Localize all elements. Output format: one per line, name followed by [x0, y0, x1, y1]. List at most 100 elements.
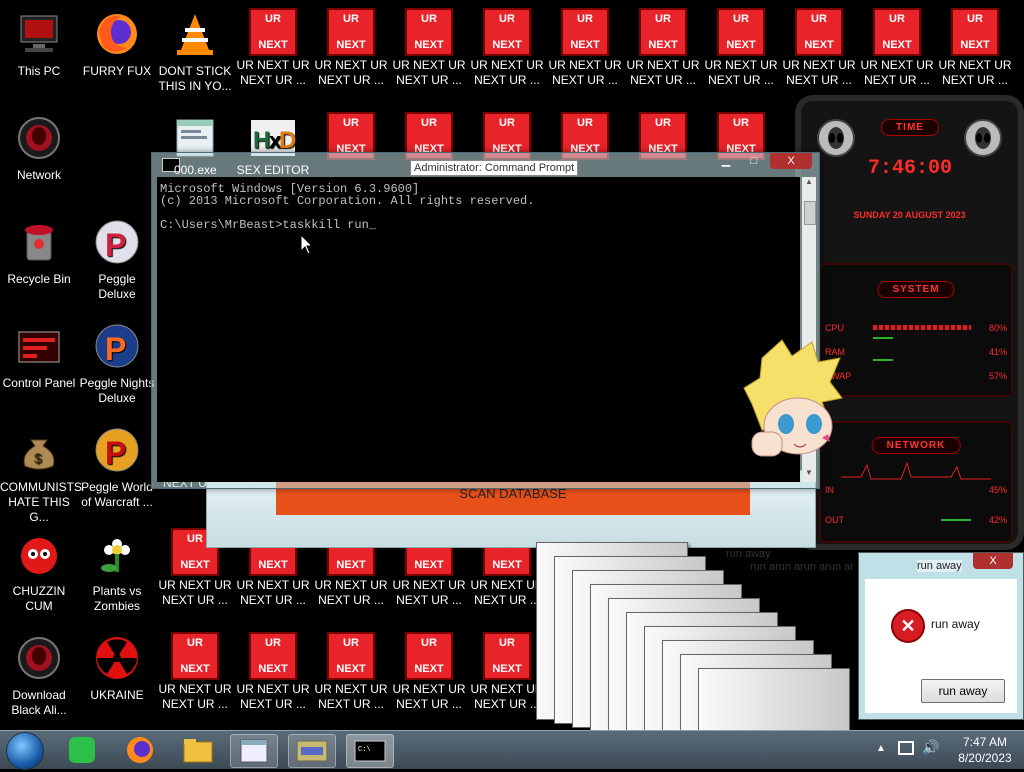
- ur-next-icon[interactable]: UR NEXT: [327, 632, 375, 680]
- next-text: NEXT: [882, 39, 912, 51]
- desktop-icon-peggle-deluxe[interactable]: P Peggle Deluxe: [78, 216, 156, 302]
- taskbar-document-window[interactable]: [230, 734, 278, 768]
- next-text: NEXT: [414, 559, 444, 571]
- next-text: NEXT: [258, 559, 288, 571]
- time-title: TIME: [881, 119, 939, 136]
- ur-next-icon[interactable]: UR NEXT: [483, 632, 531, 680]
- desktop-icon-ukraine[interactable]: UKRAINE: [78, 632, 156, 703]
- out-label: OUT: [825, 515, 844, 525]
- ur-next-icon[interactable]: UR NEXT: [405, 632, 453, 680]
- cmd-title-tooltip: Administrator: Command Prompt: [410, 160, 579, 176]
- ur-text: UR: [265, 13, 281, 25]
- peggle-nights-icon: P: [93, 322, 141, 370]
- ur-next-icon[interactable]: UR NEXT: [249, 8, 297, 56]
- cmd-minimize-button[interactable]: ▁: [714, 153, 738, 169]
- desktop-icon-this-pc[interactable]: This PC: [0, 8, 78, 79]
- desktop-icon-pvz[interactable]: Plants vs Zombies: [78, 528, 156, 614]
- desktop-icon-label: UKRAINE: [90, 688, 144, 702]
- next-text: NEXT: [570, 39, 600, 51]
- scroll-down-arrow-icon[interactable]: ▼: [802, 468, 816, 482]
- run-away-button[interactable]: run away: [921, 679, 1005, 703]
- next-text: NEXT: [258, 39, 288, 51]
- taskbar-notes-app[interactable]: [62, 734, 102, 766]
- svg-text:P: P: [105, 331, 126, 367]
- ur-next-icon[interactable]: UR NEXT: [171, 632, 219, 680]
- desktop-icon-control-panel[interactable]: Control Panel: [0, 320, 78, 391]
- document-window-icon: [240, 739, 268, 763]
- swap-value: 57%: [988, 371, 1007, 381]
- ur-next-icon[interactable]: UR NEXT: [639, 8, 687, 56]
- cpu-bar: [873, 325, 971, 330]
- ur-next-icon[interactable]: UR NEXT: [327, 8, 375, 56]
- desktop-icon-download-black-alien[interactable]: Download Black Ali...: [0, 632, 78, 718]
- start-button[interactable]: [6, 732, 44, 770]
- ur-next-icon[interactable]: UR NEXT: [405, 8, 453, 56]
- desktop-icon-communists[interactable]: $ COMMUNISTS HATE THIS G...: [0, 424, 82, 525]
- tray-overflow-arrow-icon[interactable]: ▲: [876, 743, 886, 754]
- desktop-icon-label: COMMUNISTS HATE THIS G...: [0, 480, 82, 524]
- anime-character-sticker: [742, 338, 846, 466]
- desktop-icon-label: This PC: [17, 64, 61, 78]
- ur-next-icon[interactable]: UR NEXT: [249, 632, 297, 680]
- taskbar-file-explorer[interactable]: [178, 734, 218, 766]
- ur-next-label: UR NEXT URNEXT UR ...: [548, 58, 622, 87]
- ur-text: UR: [733, 13, 749, 25]
- taskbar-app-window[interactable]: [288, 734, 336, 768]
- scroll-up-arrow-icon[interactable]: ▲: [802, 177, 816, 191]
- next-text: NEXT: [492, 663, 522, 675]
- next-text: NEXT: [258, 663, 288, 675]
- svg-text:D: D: [279, 127, 296, 154]
- volume-icon[interactable]: 🔊: [922, 739, 939, 756]
- system-monitor-widget[interactable]: TIME 7:46:00 SUNDAY 20 AUGUST 2023 SYSTE…: [795, 95, 1024, 550]
- in-label: IN: [825, 485, 834, 495]
- desktop-icon-dont-stick[interactable]: DONT STICK THIS IN YO...: [156, 8, 234, 94]
- out-activity-line: [941, 519, 971, 521]
- desktop-icon-label: Peggle Nights Deluxe: [79, 376, 155, 405]
- peggle-icon: P: [93, 218, 141, 266]
- swap-activity-line: [873, 359, 893, 361]
- clock[interactable]: 7:47 AM 8/20/2023: [950, 734, 1020, 766]
- network-tray-icon[interactable]: [898, 741, 914, 755]
- run-away-window[interactable]: [698, 668, 850, 730]
- desktop-icon-peggle-wow[interactable]: P Peggle World of Warcraft ...: [78, 424, 156, 510]
- out-value: 42%: [988, 515, 1007, 525]
- desktop: This PC Network Recycle Bin Control Pane…: [0, 0, 1024, 730]
- ur-next-label: UR NEXT URNEXT UR ...: [158, 682, 232, 711]
- ur-text: UR: [655, 13, 671, 25]
- taskbar-command-prompt[interactable]: C:\: [346, 734, 394, 768]
- ur-text: UR: [421, 637, 437, 649]
- cmd-maximize-button[interactable]: □: [742, 153, 766, 169]
- desktop-icon-chuzzin[interactable]: CHUZZIN CUM: [0, 528, 78, 614]
- ur-next-label: UR NEXT URNEXT UR ...: [314, 578, 388, 607]
- ram-value: 41%: [988, 347, 1007, 357]
- ur-text: UR: [967, 13, 983, 25]
- ur-next-icon[interactable]: UR NEXT: [717, 8, 765, 56]
- desktop-icon-recycle-bin[interactable]: Recycle Bin: [0, 216, 78, 287]
- ur-next-icon[interactable]: UR NEXT: [483, 8, 531, 56]
- ur-next-label: UR NEXT URNEXT UR ...: [314, 682, 388, 711]
- dialog-close-button[interactable]: X: [973, 553, 1013, 569]
- scroll-thumb[interactable]: [804, 201, 816, 225]
- command-prompt-window[interactable]: Microsoft Windows [Version 6.3.9600] (c)…: [151, 152, 820, 489]
- desktop-icon-network[interactable]: Network: [0, 112, 78, 183]
- network-title: NETWORK: [871, 437, 961, 454]
- desktop-icon-furry-fux[interactable]: FURRY FUX: [78, 8, 156, 79]
- ur-next-label: UR NEXT URNEXT UR ...: [938, 58, 1012, 87]
- ur-next-icon[interactable]: UR NEXT: [795, 8, 843, 56]
- taskbar-firefox[interactable]: [120, 734, 160, 766]
- cmd-prompt-line: C:\Users\MrBeast>taskkill run_: [160, 218, 377, 232]
- ur-next-label: UR NEXT URNEXT UR ...: [470, 578, 544, 607]
- ur-text: UR: [343, 13, 359, 25]
- cmd-close-button[interactable]: X: [770, 153, 812, 169]
- ur-next-icon[interactable]: UR NEXT: [561, 8, 609, 56]
- cmd-console[interactable]: Microsoft Windows [Version 6.3.9600] (c)…: [157, 177, 800, 482]
- run-away-dialog[interactable]: run away X ✕ run away run away: [858, 552, 1024, 720]
- ur-next-icon[interactable]: UR NEXT: [873, 8, 921, 56]
- ur-next-label: UR NEXT URNEXT UR ...: [392, 58, 466, 87]
- desktop-icon-peggle-nights[interactable]: P Peggle Nights Deluxe: [78, 320, 156, 406]
- taskbar: C:\ ▲ 🔊 7:47 AM 8/20/2023: [0, 730, 1024, 770]
- recycle-bin-icon: [15, 218, 63, 266]
- svg-text:C:\: C:\: [358, 746, 371, 754]
- ur-next-icon[interactable]: UR NEXT: [951, 8, 999, 56]
- ur-text: UR: [577, 117, 593, 129]
